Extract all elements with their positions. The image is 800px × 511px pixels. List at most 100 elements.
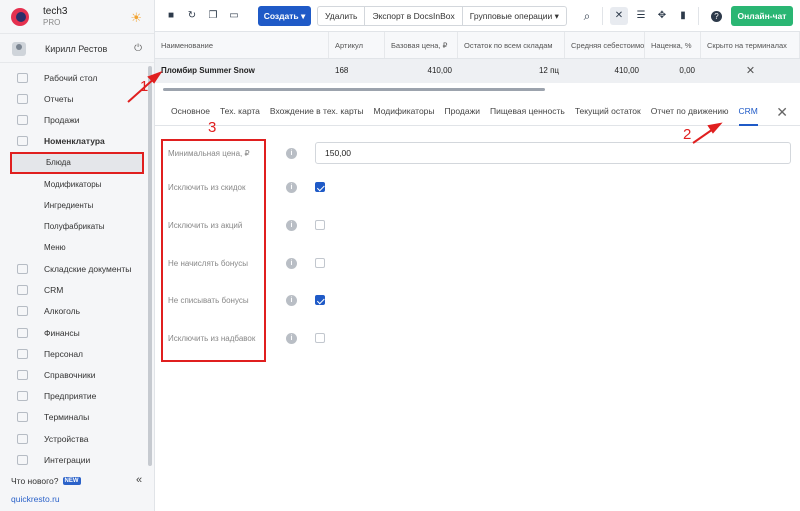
sidebar-item-label: Складские документы [44,264,132,275]
cell-markup: 0,00 [679,66,695,75]
table-horizontal-scrollbar[interactable] [163,88,545,91]
sidebar-item-label: Отчеты [44,93,74,104]
sidebar-item-label: Алкоголь [44,306,81,317]
field-label: Не списывать бонусы [168,295,249,305]
inbox-icon[interactable]: ▭ [229,11,239,21]
copy-icon[interactable]: ❐ [208,11,218,21]
sidebar-item-modifiers[interactable]: Модификаторы [0,174,154,195]
delete-button[interactable]: Удалить [318,7,366,25]
sidebar-item-finance[interactable]: Финансы [0,322,154,343]
user-icon [12,41,26,56]
tab-crm[interactable]: CRM [738,96,759,126]
help-icon[interactable]: ? [711,11,722,22]
annotation-number-3: 3 [208,119,217,136]
sidebar-item-nomenclature[interactable]: Номенклатура [0,131,154,152]
tab-basic[interactable]: Основное [171,96,210,126]
sidebar-item-terminals[interactable]: Терминалы [0,407,154,428]
tag-icon [17,136,28,147]
min-price-label: Минимальная цена, ₽ [168,148,250,158]
form-row-no-bonus-writeoff: Не списывать бонусы i [168,290,325,310]
close-panel-icon[interactable]: ✕ [776,104,788,121]
whats-new-link[interactable]: Что нового? NEW [11,476,81,486]
tab-current-stock[interactable]: Текущий остаток [575,96,641,126]
collapse-sidebar-icon[interactable]: « [136,474,142,486]
refresh-icon[interactable]: ↻ [187,11,197,21]
save-icon[interactable]: ■ [166,11,176,21]
sidebar-item-staff[interactable]: Персонал [0,343,154,364]
sidebar-scrollbar[interactable] [148,66,152,466]
form-row-no-bonus-accrual: Не начислять бонусы i [168,253,325,273]
online-chat-button[interactable]: Онлайн-чат [731,6,793,26]
sidebar-item-label: Блюда [46,158,71,168]
sidebar-item-label: Модификаторы [44,179,102,189]
sidebar-item-sales[interactable]: Продажи [0,109,154,130]
sidebar-item-ingredients[interactable]: Ингредиенты [0,195,154,216]
cell-stock: 12 пц [538,66,559,75]
sidebar-item-reports[interactable]: Отчеты [0,88,154,109]
sidebar-item-dishes[interactable]: Блюда [10,151,144,174]
cell-name: Пломбир Summer Snow [161,66,255,75]
sidebar-item-alcohol[interactable]: Алкоголь [0,301,154,322]
theme-toggle-icon[interactable]: ☀ [130,10,142,26]
create-button[interactable]: Создать ▾ [258,6,311,26]
field-label: Исключить из скидок [168,182,246,192]
book-icon [17,370,28,381]
sidebar-item-warehouse-docs[interactable]: Складские документы [0,259,154,280]
min-price-input[interactable]: 150,00 [315,142,791,164]
info-icon[interactable]: i [286,294,297,306]
move-icon[interactable]: ✥ [657,11,667,21]
cell-avg-cost: 410,00 [614,66,639,75]
tab-sales[interactable]: Продажи [445,96,481,126]
export-docsinbox-button[interactable]: Экспорт в DocsInBox [365,7,463,25]
list-icon[interactable]: ☰ [636,11,646,21]
info-icon[interactable]: i [286,181,297,193]
tools-icon[interactable]: ✕ [614,11,624,21]
col-header-stock[interactable]: Остаток по всем складам [458,32,565,58]
toolbar-divider [698,7,699,25]
tab-movement-report[interactable]: Отчет по движению [651,96,729,126]
sidebar-item-crm[interactable]: CRM [0,280,154,301]
toolbar: ■ ↻ ❐ ▭ Создать ▾ Удалить Экспорт в Docs… [155,0,800,32]
info-icon[interactable]: i [286,219,297,231]
sidebar-item-dashboard[interactable]: Рабочий стол [0,67,154,88]
tab-nutrition[interactable]: Пищевая ценность [490,96,565,126]
col-header-markup[interactable]: Наценка, % [645,32,701,58]
exclude-promotions-checkbox[interactable] [315,220,325,230]
field-label: Исключить из акций [168,220,243,230]
sidebar-item-label: Устройства [44,433,89,444]
sidebar-item-semi-finished[interactable]: Полуфабрикаты [0,216,154,237]
info-icon[interactable]: i [286,147,297,159]
exclude-discounts-checkbox[interactable] [315,182,325,192]
annotation-number-2: 2 [683,126,692,143]
field-label: Исключить из надбавок [168,333,256,343]
user-row[interactable]: Кирилл Рестов ⏻ [0,35,154,63]
no-bonus-writeoff-checkbox[interactable] [315,295,325,305]
sidebar-item-menu[interactable]: Меню [0,237,154,258]
exclude-surcharges-checkbox[interactable] [315,333,325,343]
col-header-name[interactable]: Наименование [155,32,329,58]
col-header-article[interactable]: Артикул [329,32,385,58]
sidebar-item-label: Персонал [44,348,84,359]
logout-icon[interactable]: ⏻ [134,43,142,54]
no-bonus-accrual-checkbox[interactable] [315,258,325,268]
col-header-avg-cost[interactable]: Средняя себестоимость [565,32,645,58]
sidebar-item-devices[interactable]: Устройства [0,428,154,449]
trash-icon[interactable]: ▮ [678,11,688,21]
site-link[interactable]: quickresto.ru [11,494,60,504]
info-icon[interactable]: i [286,257,297,269]
table-row[interactable]: Пломбир Summer Snow 168 410,00 12 пц 410… [155,59,800,83]
sidebar-item-integrations[interactable]: Интеграции [0,449,154,470]
sidebar-item-enterprise[interactable]: Предприятие [0,386,154,407]
tab-modifiers[interactable]: Модификаторы [374,96,435,126]
col-header-base-price[interactable]: Базовая цена, ₽ [385,32,458,58]
sidebar-item-label: Финансы [44,327,80,338]
sidebar-item-reference[interactable]: Справочники [0,364,154,385]
staff-icon [17,348,28,359]
col-header-hidden-terminals[interactable]: Скрыто на терминалах [701,32,800,58]
group-operations-button[interactable]: Групповые операции ▾ [463,7,566,25]
sidebar-nav: Рабочий стол Отчеты Продажи Номенклатура… [0,63,154,470]
tab-tech-card-usage[interactable]: Вхождение в тех. карты [270,96,364,126]
search-icon[interactable]: ⌕ [582,10,592,22]
tab-tech-card[interactable]: Тех. карта [220,96,260,126]
info-icon[interactable]: i [286,332,297,344]
